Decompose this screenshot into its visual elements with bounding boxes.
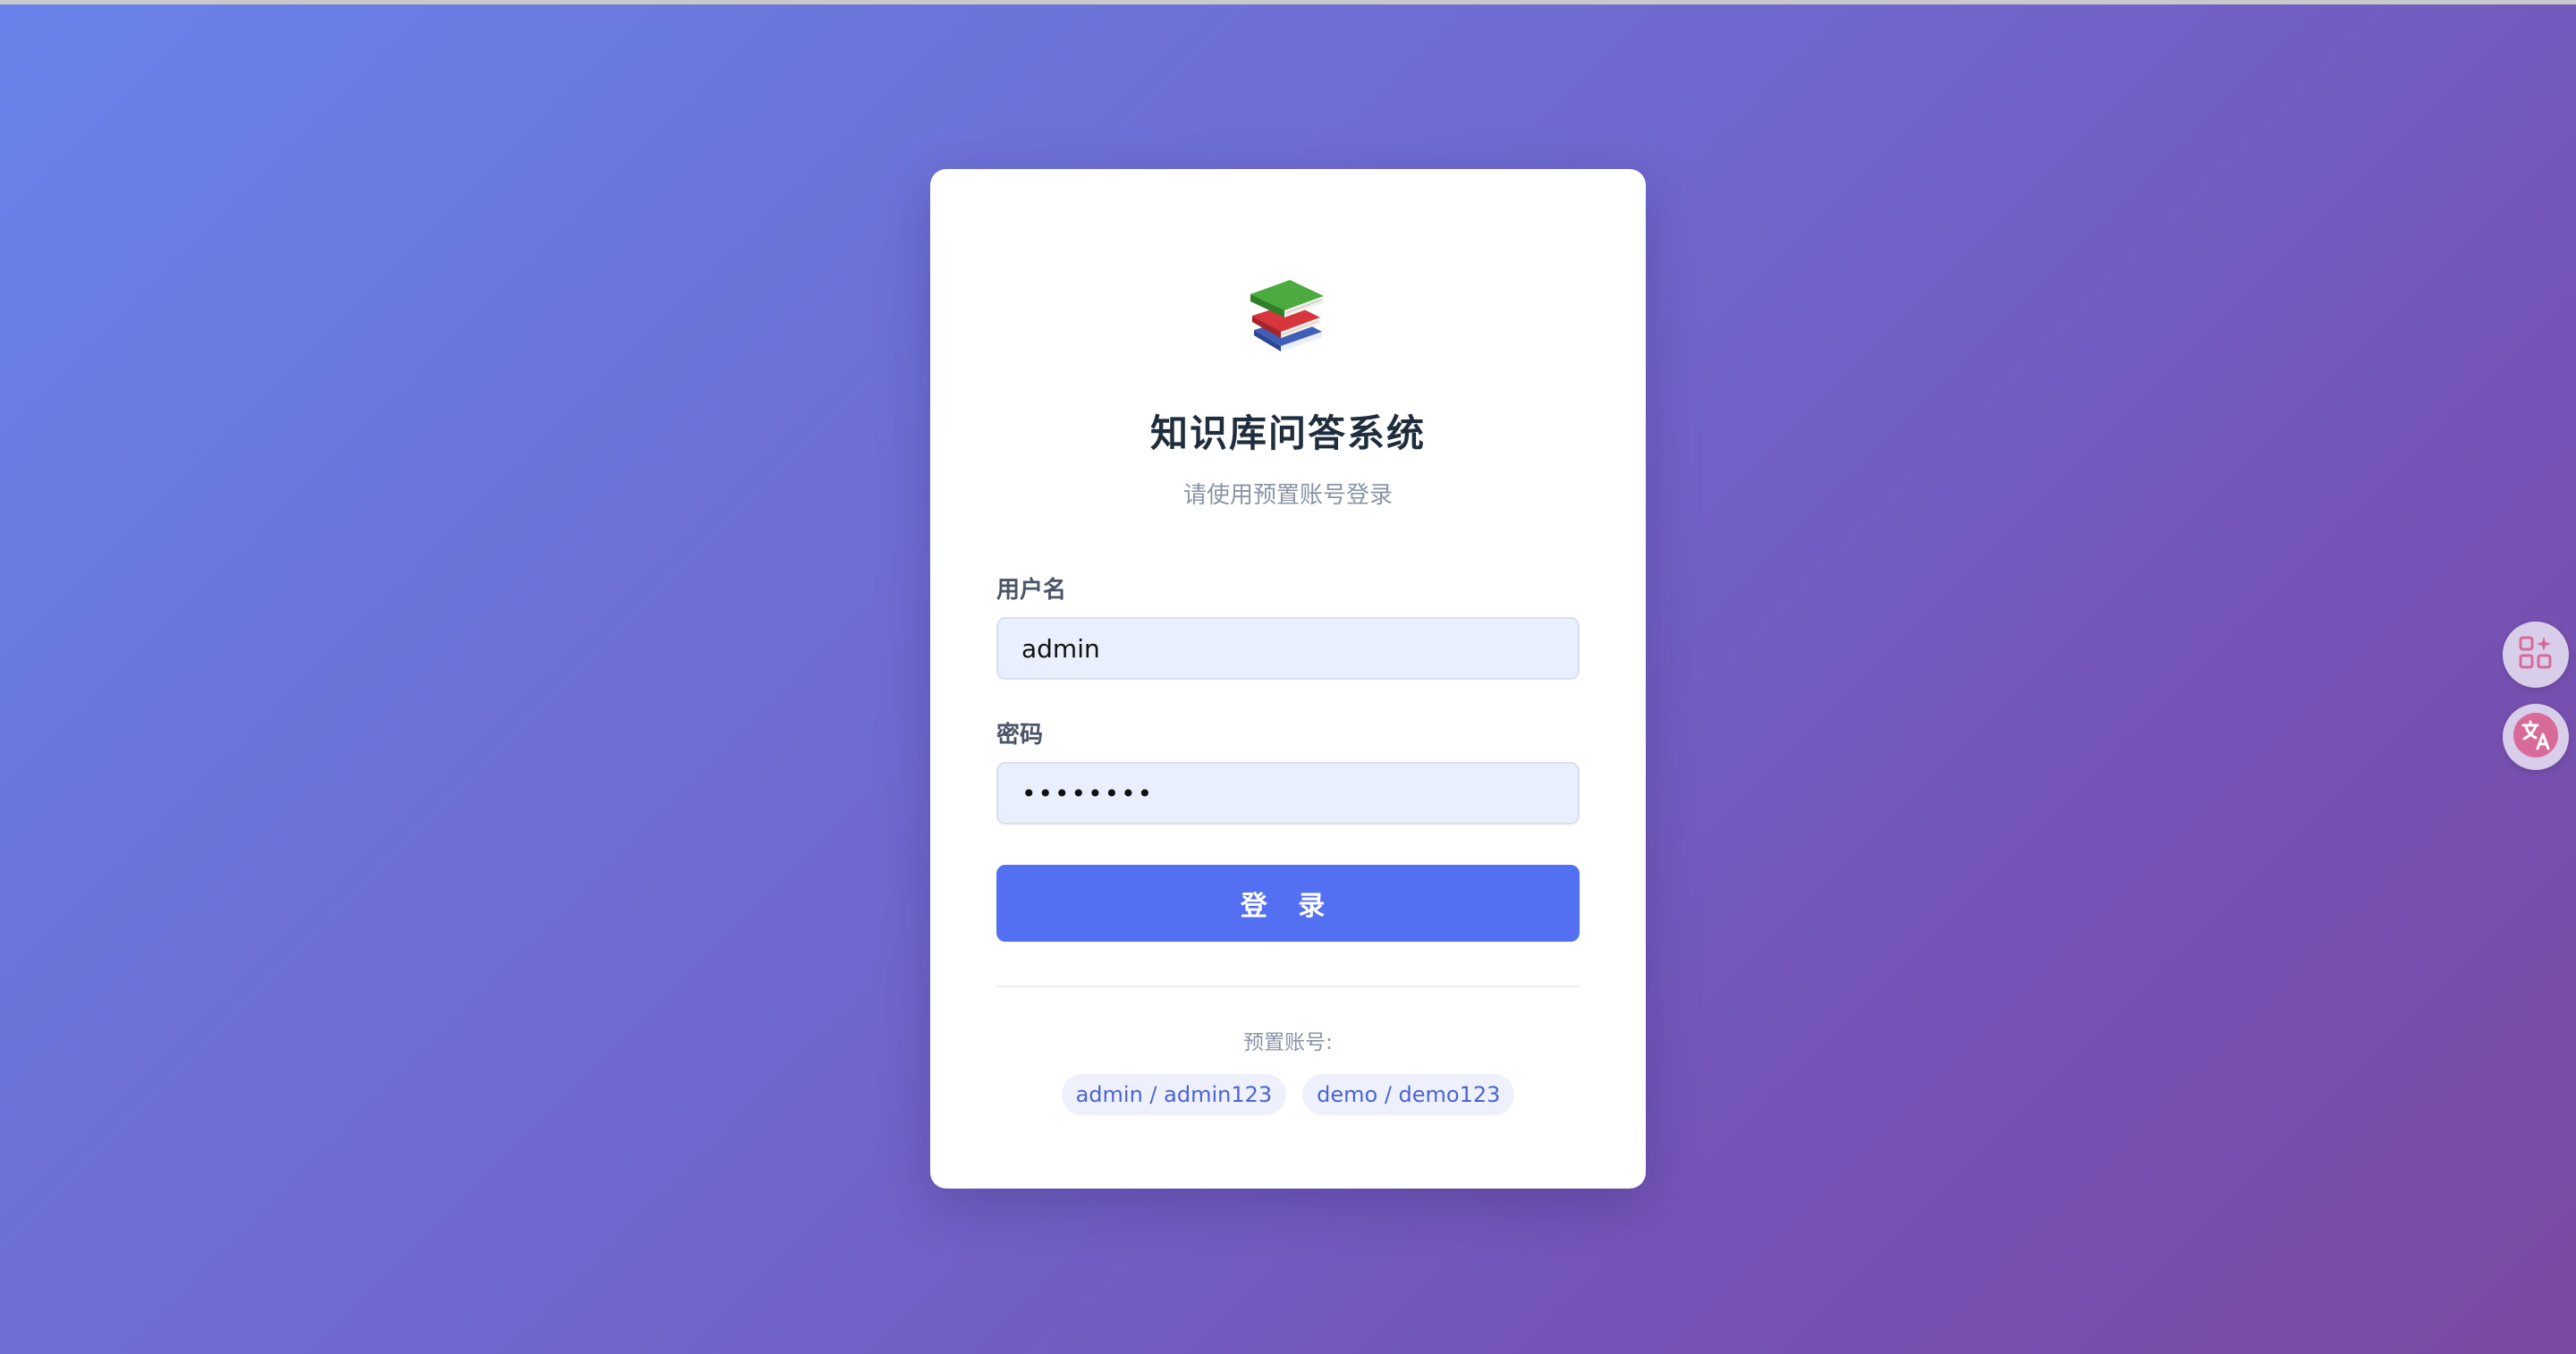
login-button[interactable]: 登 录: [996, 865, 1580, 942]
password-input[interactable]: [996, 762, 1580, 825]
browser-top-strip: [0, 0, 2576, 4]
username-input[interactable]: [996, 617, 1580, 680]
login-card: 知识库问答系统 请使用预置账号登录 用户名 密码 登 录 预置账号: admin…: [930, 169, 1646, 1189]
password-label: 密码: [996, 722, 1044, 749]
apps-sparkle-icon: [2517, 634, 2555, 675]
page-title: 知识库问答系统: [1149, 411, 1426, 455]
apps-tool-button[interactable]: [2503, 622, 2569, 688]
username-label: 用户名: [996, 577, 1067, 604]
preset-account-list: admin / admin123 demo / demo123: [930, 1074, 1646, 1115]
preset-accounts-label: 预置账号:: [1243, 1031, 1333, 1054]
books-icon: [1245, 267, 1331, 353]
preset-account-demo[interactable]: demo / demo123: [1302, 1074, 1515, 1115]
login-subtitle: 请使用预置账号登录: [1182, 482, 1393, 509]
preset-account-admin[interactable]: admin / admin123: [1061, 1074, 1287, 1115]
translate-tool-button[interactable]: [2503, 704, 2569, 770]
divider: [996, 986, 1580, 987]
translate-icon: [2512, 711, 2560, 763]
